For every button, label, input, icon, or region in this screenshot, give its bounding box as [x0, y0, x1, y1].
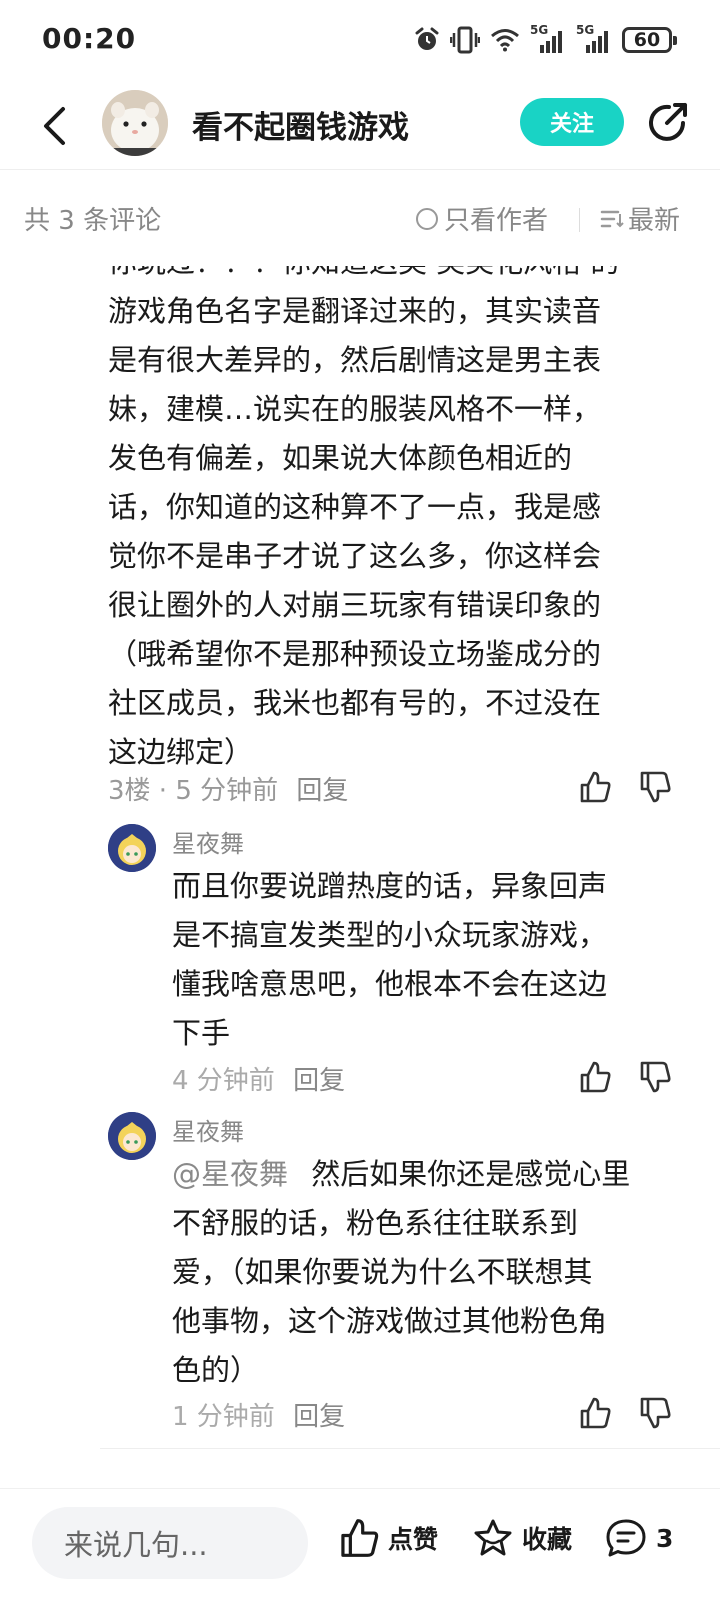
text-line: 发色有偏差，如果说大体颜色相近的 — [108, 441, 573, 475]
author-only-label: 只看作者 — [444, 206, 549, 236]
thumbs-down-icon[interactable] — [638, 1060, 672, 1094]
wifi-icon — [491, 29, 519, 52]
favorite-label: 收藏 — [522, 1525, 573, 1554]
text-line: 色的） — [172, 1353, 260, 1387]
text-line: 话，你知道的这种算不了一点，我是感 — [108, 490, 602, 524]
reply-vote — [578, 1396, 672, 1430]
thumbs-down-icon[interactable] — [638, 770, 672, 804]
battery-indicator: 60 — [622, 27, 677, 53]
reply-button[interactable]: 回复 — [293, 1066, 345, 1096]
thumbs-down-icon[interactable] — [638, 1396, 672, 1430]
reply-text: @星夜舞 然后如果你还是感觉心里 不舒服的话，粉色系往往联系到 爱，（如果你要说… — [172, 1150, 666, 1395]
floor-meta: 3楼 · 5 分钟前 回复 — [108, 770, 348, 807]
share-icon — [649, 103, 687, 141]
reply-avatar[interactable] — [108, 1112, 156, 1160]
thumbs-up-icon[interactable] — [578, 1396, 612, 1430]
text-line: 很让圈外的人对崩三玩家有错误印象的 — [108, 588, 602, 622]
signal-bars-icon — [586, 31, 608, 53]
thumbs-up-icon — [341, 1519, 379, 1557]
author-avatar[interactable] — [102, 90, 168, 156]
text-line: 你玩过？？？你知道这类‘美美花风格’的 — [108, 266, 678, 287]
favorite-button[interactable]: 收藏 — [472, 1517, 572, 1559]
mention-link[interactable]: @星夜舞 — [172, 1157, 288, 1191]
floor-meta-text: 3楼 · 5 分钟前 — [108, 776, 279, 806]
chevron-left-icon — [44, 107, 65, 145]
signal-bars-icon — [540, 31, 562, 53]
reply-avatar[interactable] — [108, 824, 156, 872]
vibrate-icon — [450, 26, 480, 54]
signal-5g-2: 5G — [576, 23, 612, 53]
text-line: 下手 — [172, 1016, 231, 1050]
text-line: （哦希望你不是那种预设立场鉴成分的 — [108, 637, 602, 671]
reply-text: 而且你要说蹭热度的话，异象回声 是不搞宣发类型的小众玩家游戏， 懂我啥意思吧，他… — [172, 862, 666, 1058]
sort-newest-button[interactable]: 最新 — [600, 200, 680, 237]
reply-username[interactable]: 星夜舞 — [172, 824, 244, 859]
comment-bubble-icon — [606, 1519, 646, 1557]
comment-count-badge: 3 — [656, 1523, 674, 1553]
reply-username[interactable]: 星夜舞 — [172, 1112, 244, 1147]
reply-time: 4 分钟前 — [172, 1066, 275, 1096]
text-line: 懂我啥意思吧，他根本不会在这边 — [172, 967, 608, 1001]
like-button[interactable]: 点赞 — [338, 1517, 438, 1559]
thumbs-up-icon[interactable] — [578, 770, 612, 804]
text-line: 游戏角色名字是翻译过来的，其实读音 — [108, 294, 602, 328]
floor-vote — [578, 770, 672, 804]
reply-button[interactable]: 回复 — [293, 1402, 345, 1432]
reply-button[interactable]: 回复 — [296, 776, 348, 806]
share-button[interactable] — [645, 98, 691, 146]
status-time: 00:20 — [42, 22, 137, 55]
text-line: 而且你要说蹭热度的话，异象回声 — [172, 869, 608, 903]
text-line: 他事物，这个游戏做过其他粉色角 — [172, 1304, 608, 1338]
back-button[interactable] — [30, 98, 78, 154]
text-line: @星夜舞 然后如果你还是感觉心里 — [172, 1150, 666, 1199]
top-header: 看不起圈钱游戏 关注 — [0, 84, 720, 170]
text-line: 是不搞宣发类型的小众玩家游戏， — [172, 918, 608, 952]
text-fragment: 然后如果你还是感觉心里 — [311, 1157, 631, 1191]
text-line: 觉你不是串子才说了这么多，你这样会 — [108, 539, 602, 573]
comment-filter-bar: 共 3 条评论 只看作者 最新 — [0, 170, 720, 266]
comment-thread: 你玩过？？？你知道这类‘美美花风格’的 游戏角色名字是翻译过来的，其实读音 是有… — [0, 266, 720, 1488]
sort-list-icon — [600, 210, 624, 227]
reply-meta: 1 分钟前 回复 — [172, 1396, 345, 1433]
anime-avatar-icon — [108, 1112, 156, 1160]
sort-label: 最新 — [628, 206, 681, 236]
text-line: 爱，（如果你要说为什么不联想其 — [172, 1255, 593, 1289]
star-icon — [474, 1519, 512, 1556]
signal-5g-1: 5G — [530, 23, 566, 53]
floor-comment-text: 你玩过？？？你知道这类‘美美花风格’的 游戏角色名字是翻译过来的，其实读音 是有… — [108, 266, 678, 777]
status-icons: 5G 5G 60 — [414, 23, 677, 54]
header-title: 看不起圈钱游戏 — [192, 110, 409, 146]
alarm-icon — [415, 27, 439, 50]
status-bar: 00:20 5G 5G 60 — [0, 0, 720, 84]
reply-vote — [578, 1060, 672, 1094]
comments-button[interactable]: 3 — [604, 1517, 673, 1559]
filter-divider — [579, 208, 580, 232]
divider — [100, 1448, 720, 1449]
thumbs-up-icon[interactable] — [578, 1060, 612, 1094]
follow-button[interactable]: 关注 — [520, 98, 624, 146]
like-label: 点赞 — [388, 1525, 439, 1554]
text-line: 不舒服的话，粉色系往往联系到 — [172, 1206, 579, 1240]
bottom-action-bar: 来说几句... 点赞 收藏 3 — [0, 1488, 720, 1610]
comment-count: 共 3 条评论 — [24, 206, 162, 236]
text-line: 妹，建模…说实在的服装风格不一样， — [108, 392, 602, 426]
reply-meta: 4 分钟前 回复 — [172, 1060, 345, 1097]
comment-input[interactable]: 来说几句... — [32, 1507, 308, 1579]
radio-circle-icon — [416, 207, 438, 230]
anime-avatar-icon — [108, 824, 156, 872]
hamster-avatar-icon — [102, 90, 168, 156]
reply-time: 1 分钟前 — [172, 1402, 275, 1432]
author-only-toggle[interactable]: 只看作者 — [416, 200, 548, 237]
text-line: 社区成员，我米也都有号的，不过没在 — [108, 686, 602, 720]
text-line: 是有很大差异的，然后剧情这是男主表 — [108, 343, 602, 377]
